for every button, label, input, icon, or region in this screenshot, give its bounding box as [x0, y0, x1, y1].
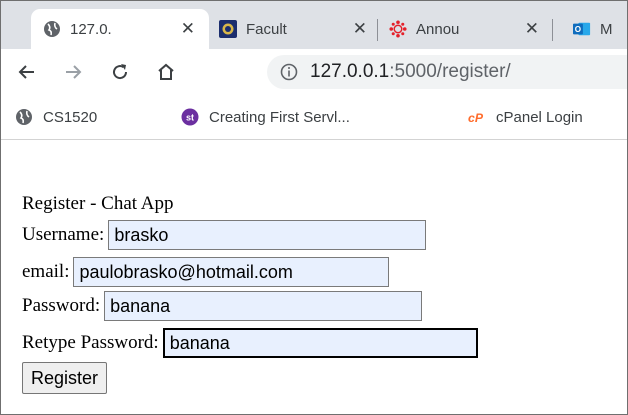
back-arrow-icon [18, 65, 34, 79]
bookmark-label: Creating First Servl... [209, 108, 350, 126]
email-label: email: [22, 261, 70, 282]
tab-title: Facult [246, 20, 287, 38]
home-button[interactable] [151, 57, 181, 87]
password-input[interactable] [104, 291, 423, 321]
tab-title: M [600, 20, 613, 38]
url-path: :5000/register/ [389, 61, 511, 82]
url-text: 127.0.0.1:5000/register/ [310, 61, 511, 83]
bookmark-cpanel-login[interactable]: cP cPanel Login [468, 107, 583, 127]
globe-icon [15, 108, 33, 126]
svg-text:O: O [575, 25, 581, 34]
canvas-logo-icon [389, 20, 407, 38]
info-icon[interactable] [280, 63, 298, 81]
university-seal-icon [219, 20, 237, 38]
browser-window: 127.0. ✕ Facult ✕ Annou ✕ O M 127.0.0.1:… [0, 0, 628, 415]
email-input[interactable] [73, 257, 390, 287]
reload-icon [113, 64, 128, 80]
tab-title: 127.0. [70, 20, 112, 38]
register-button[interactable]: Register [22, 362, 108, 394]
outlook-icon: O [573, 20, 591, 38]
tab-strip: 127.0. ✕ Facult ✕ Annou ✕ O M [1, 1, 627, 49]
home-icon [158, 63, 174, 80]
tab-outlook[interactable]: O M [573, 9, 627, 49]
globe-icon [43, 20, 61, 38]
tab-register[interactable]: 127.0. ✕ [31, 9, 209, 49]
password-label: Password: [22, 295, 101, 316]
cpanel-icon: cP [468, 108, 486, 126]
bookmark-label: cPanel Login [496, 108, 583, 126]
svg-text:st: st [186, 113, 194, 123]
bookmark-creating-first-servlet[interactable]: st Creating First Servl... [181, 107, 350, 127]
close-icon[interactable]: ✕ [525, 19, 539, 39]
page-content: Register - Chat App Username: email: Pas… [1, 140, 627, 414]
bookmark-label: CS1520 [43, 108, 98, 126]
retype-password-input[interactable] [162, 328, 478, 358]
username-input[interactable] [108, 220, 427, 250]
tab-faculty[interactable]: Facult ✕ [219, 9, 367, 49]
tab-title: Annou [416, 20, 460, 38]
retype-password-label: Retype Password: [22, 332, 159, 353]
username-label: Username: [22, 224, 105, 245]
svg-text:cP: cP [468, 111, 484, 125]
close-icon[interactable]: ✕ [353, 19, 367, 39]
close-icon[interactable]: ✕ [181, 19, 195, 39]
tab-separator [552, 19, 553, 41]
address-bar[interactable]: 127.0.0.1:5000/register/ [267, 55, 627, 89]
tab-separator [377, 19, 378, 41]
username-row: Username: [22, 220, 427, 250]
email-row: email: [22, 257, 390, 287]
st-icon: st [181, 108, 199, 126]
url-host: 127.0.0.1 [310, 61, 390, 82]
tab-announcements[interactable]: Annou ✕ [389, 9, 539, 49]
forward-button[interactable] [58, 57, 88, 87]
forward-arrow-icon [66, 65, 82, 79]
reload-button[interactable] [105, 57, 135, 87]
toolbar: 127.0.0.1:5000/register/ [1, 49, 627, 95]
page-title: Register - Chat App [22, 193, 174, 214]
password-row: Password: [22, 291, 423, 321]
back-button[interactable] [12, 57, 42, 87]
bookmarks-bar: CS1520 st Creating First Servl... cP cPa… [1, 95, 627, 140]
retype-password-row: Retype Password: [22, 328, 478, 358]
bookmark-cs1520[interactable]: CS1520 [15, 107, 97, 127]
